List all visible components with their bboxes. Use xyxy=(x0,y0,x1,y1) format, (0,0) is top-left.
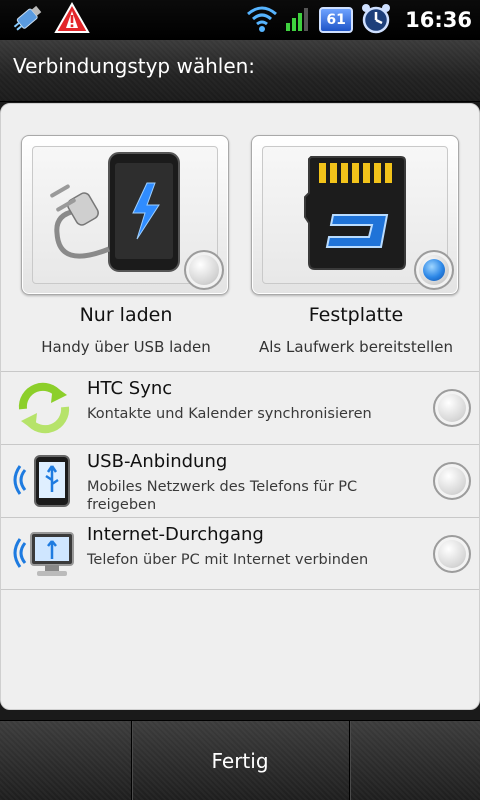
tile-disk-drive-sublabel: Als Laufwerk bereitstellen xyxy=(258,338,454,356)
battery-icon: 61 xyxy=(319,7,354,33)
page-title: Verbindungstyp wählen: xyxy=(13,54,256,78)
option-usb-tethering-title: USB-Anbindung xyxy=(87,451,228,472)
option-htc-sync-description: Kontakte und Kalender synchronisieren xyxy=(87,406,372,422)
clock-time: 16:36 xyxy=(405,8,472,32)
option-usb-tethering-radio[interactable] xyxy=(433,462,471,500)
connection-options-list: HTC Sync Kontakte und Kalender synchroni… xyxy=(1,371,479,590)
sync-icon xyxy=(13,379,75,437)
status-bar: 61 16:36 xyxy=(0,0,480,40)
tile-disk-drive-radio[interactable] xyxy=(414,250,454,290)
charger-phone-icon xyxy=(39,149,189,279)
option-htc-sync-title: HTC Sync xyxy=(87,378,173,399)
option-internet-passthrough[interactable]: Internet-Durchgang Telefon über PC mit I… xyxy=(1,517,479,590)
usb-tethering-icon xyxy=(13,452,75,510)
usb-debug-icon xyxy=(10,2,46,38)
alarm-clock-icon xyxy=(359,2,393,38)
option-htc-sync[interactable]: HTC Sync Kontakte und Kalender synchroni… xyxy=(1,371,479,444)
option-htc-sync-radio[interactable] xyxy=(433,389,471,427)
battery-level: 61 xyxy=(326,12,346,28)
option-internet-passthrough-title: Internet-Durchgang xyxy=(87,524,264,545)
bottom-bar-divider xyxy=(349,721,350,800)
tile-disk-drive[interactable] xyxy=(251,135,459,295)
option-internet-passthrough-radio[interactable] xyxy=(433,535,471,573)
done-button[interactable]: Fertig xyxy=(131,721,349,800)
option-internet-passthrough-description: Telefon über PC mit Internet verbinden xyxy=(87,552,369,568)
tile-disk-drive-label: Festplatte xyxy=(308,304,404,326)
tile-charge-only-label: Nur laden xyxy=(79,304,173,326)
warning-icon xyxy=(54,1,90,38)
dialog-title-bar: Verbindungstyp wählen: xyxy=(0,40,480,102)
signal-icon xyxy=(285,3,313,37)
wifi-icon xyxy=(245,3,279,37)
connection-type-panel: Nur laden Handy über USB laden Festplatt… xyxy=(0,103,480,710)
tile-charge-only-radio[interactable] xyxy=(184,250,224,290)
tile-charge-only-sublabel: Handy über USB laden xyxy=(41,338,211,356)
option-usb-tethering-description: Mobiles Netzwerk des Telefons für PC fre… xyxy=(87,479,358,513)
tile-charge-only[interactable] xyxy=(21,135,229,295)
option-usb-tethering[interactable]: USB-Anbindung Mobiles Netzwerk des Telef… xyxy=(1,444,479,517)
bottom-action-bar: Fertig xyxy=(0,720,480,800)
sd-card-icon xyxy=(301,153,411,281)
internet-passthrough-icon xyxy=(13,525,75,583)
